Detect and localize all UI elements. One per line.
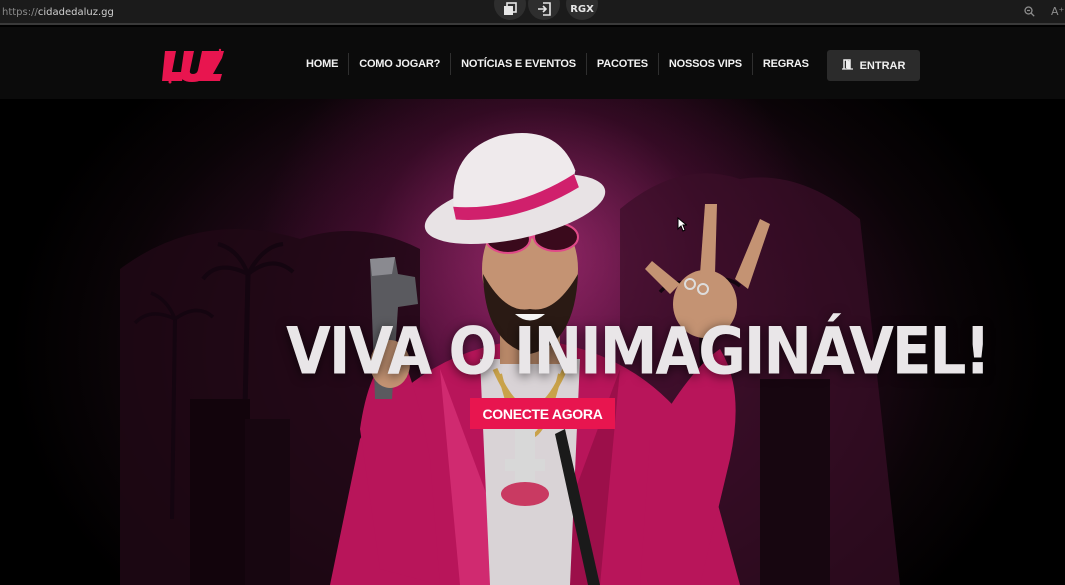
door-icon <box>841 58 853 73</box>
nav-como-jogar[interactable]: COMO JOGAR? <box>348 53 450 75</box>
browser-address-bar[interactable]: https://cidadedaluz.gg RGX A⁺ <box>0 0 1065 25</box>
login-icon[interactable] <box>528 0 560 20</box>
url-field[interactable]: https://cidadedaluz.gg <box>2 7 114 18</box>
main-nav: HOME COMO JOGAR? NOTÍCIAS E EVENTOS PACO… <box>296 52 819 76</box>
nav-regras[interactable]: REGRAS <box>751 53 819 75</box>
login-button[interactable]: ENTRAR <box>827 50 920 81</box>
mouse-cursor-icon <box>677 217 687 232</box>
site-logo[interactable] <box>162 48 224 84</box>
copy-icon[interactable] <box>494 0 526 20</box>
url-domain: cidadedaluz.gg <box>37 7 114 18</box>
hero-headline: VIVA O INIMAGINÁVEL! <box>286 313 991 390</box>
rgx-extension-button[interactable]: RGX <box>566 0 598 20</box>
zoom-out-icon[interactable] <box>1024 6 1035 20</box>
url-protocol: https:// <box>2 7 38 18</box>
nav-noticias-eventos[interactable]: NOTÍCIAS E EVENTOS <box>450 53 586 75</box>
hero-section: VIVA O INIMAGINÁVEL! CONECTE AGORA <box>0 99 1065 585</box>
nav-home[interactable]: HOME <box>296 53 348 75</box>
nav-nossos-vips[interactable]: NOSSOS VIPS <box>657 53 752 75</box>
read-aloud-icon[interactable]: A⁺ <box>1051 5 1064 18</box>
nav-pacotes[interactable]: PACOTES <box>585 53 658 75</box>
login-label: ENTRAR <box>859 59 906 72</box>
connect-now-button[interactable]: CONECTE AGORA <box>470 398 615 429</box>
site-header: HOME COMO JOGAR? NOTÍCIAS E EVENTOS PACO… <box>0 27 1065 99</box>
